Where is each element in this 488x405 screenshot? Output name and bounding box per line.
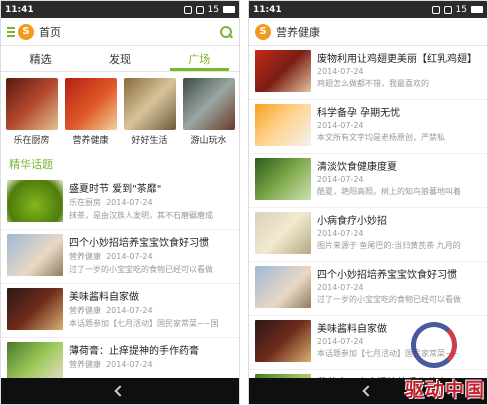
list-item[interactable]: 盛夏时节 爱到"茶靡" 乐在厨房 2014-07-24 抹茶，是由汉族人发明，其… <box>1 176 239 230</box>
category-label: 好好生活 <box>131 136 168 146</box>
list-item-date: 2014-07-24 <box>317 121 364 130</box>
list-item-desc: 过了一岁的小宝宝吃的食物已经可以看做 <box>317 295 461 304</box>
category-living-image <box>123 78 176 130</box>
list-item[interactable]: 小病食疗小妙招 2014-07-24 图片来源于 鱼尾巴的:当归黄芪茶 九月的 <box>249 208 487 262</box>
list-item-meta: 营养健康 2014-07-24 <box>69 306 153 315</box>
list-item-image <box>255 212 311 254</box>
battery-level: 15 <box>455 4 467 15</box>
list-item-title: 四个小妙招培养宝宝饮食好习惯 <box>69 238 209 249</box>
alarm-icon <box>183 5 192 14</box>
phone-home-screen: 11:41 15 S 首页 精选 发现 广场 乐在厨房 营养健康 好好生活 游山… <box>0 0 240 405</box>
category-label: 乐在厨房 <box>13 136 50 146</box>
list-item[interactable]: 四个小妙招培养宝宝饮食好习惯 2014-07-24 过了一岁的小宝宝吃的食物已经… <box>249 262 487 316</box>
tab-discover[interactable]: 发现 <box>80 46 159 71</box>
list-item-image <box>255 104 311 146</box>
list-item-desc: 本话题参加【七月活动】国民家常菜~~国 <box>69 319 219 328</box>
logo-icon[interactable]: S <box>18 23 34 40</box>
category-label: 营养健康 <box>72 136 109 146</box>
logo-icon[interactable]: S <box>255 23 271 40</box>
list-item-date: 2014-07-24 <box>317 283 364 292</box>
list-item-title: 废物利用让鸡翅更美丽【红乳鸡翅】 <box>317 54 477 65</box>
watermark: 驱动中国 <box>404 379 485 401</box>
list-item-image <box>255 266 311 308</box>
list-item[interactable]: 四个小妙招培养宝宝饮食好习惯 营养健康 2014-07-24 过了一岁的小宝宝吃… <box>1 230 239 284</box>
phone-nutrition-screen: 11:41 15 S 营养健康 废物利用让鸡翅更美丽【红乳鸡翅】 2014-07… <box>248 0 488 405</box>
back-icon[interactable] <box>362 385 374 397</box>
list-item-image <box>255 50 311 92</box>
status-icons: 15 <box>183 4 235 15</box>
list-item-title: 薄荷膏：止痒提神的手作药膏 <box>69 346 199 357</box>
list-item-image <box>255 158 311 200</box>
page-title: 首页 <box>39 25 61 39</box>
back-icon[interactable] <box>114 385 126 397</box>
list-item-desc: 本文所有文字均是老杨原创，严禁私 <box>317 133 445 142</box>
watermark-logo-icon <box>411 322 457 368</box>
alarm-icon <box>431 5 440 14</box>
list-item-date: 2014-07-24 <box>317 229 364 238</box>
category-living[interactable]: 好好生活 <box>123 78 176 146</box>
tab-featured[interactable]: 精选 <box>1 46 80 71</box>
category-grid: 乐在厨房 营养健康 好好生活 游山玩水 <box>1 72 239 150</box>
page-title: 营养健康 <box>276 25 320 39</box>
list-item-image <box>7 180 63 222</box>
list-item-image <box>7 234 63 276</box>
list-item-desc: 抹茶，是由汉族人发明，其不石磨碾磨成 <box>69 211 213 220</box>
list-item-title: 科学备孕 孕期无忧 <box>317 108 401 119</box>
section-title: 精华话题 <box>9 158 53 171</box>
wifi-icon <box>443 5 452 14</box>
list-item-date: 2014-07-24 <box>317 175 364 184</box>
list-item-title: 美味酱料自家做 <box>317 324 387 335</box>
app-bar: S 首页 <box>1 18 239 46</box>
navigation-bar <box>1 378 239 404</box>
category-travel-image <box>182 78 235 130</box>
category-label: 游山玩水 <box>190 136 227 146</box>
list-item-desc: 图片来源于 鱼尾巴的:当归黄芪茶 九月的 <box>317 241 461 250</box>
tab-bar: 精选 发现 广场 <box>1 46 239 72</box>
app-bar: S 营养健康 <box>249 18 487 46</box>
list-item-title: 美味酱料自家做 <box>69 292 139 303</box>
battery-icon <box>471 6 483 13</box>
category-travel[interactable]: 游山玩水 <box>182 78 235 146</box>
status-bar: 11:41 15 <box>249 1 487 18</box>
list-item-meta: 乐在厨房 2014-07-24 <box>69 198 153 207</box>
list-item-desc: 酷夏，艳阳高照。树上的知鸟狼蕃地叫着 <box>317 187 461 196</box>
status-time: 11:41 <box>253 4 282 15</box>
list-item-desc: 过了一岁的小宝宝吃的食物已经可以看做 <box>69 265 213 274</box>
battery-icon <box>223 6 235 13</box>
status-icons: 15 <box>431 4 483 15</box>
list-item-meta: 营养健康 2014-07-24 <box>69 360 153 369</box>
status-time: 11:41 <box>5 4 34 15</box>
screenshot-stage: 11:41 15 S 首页 精选 发现 广场 乐在厨房 营养健康 好好生活 游山… <box>0 0 488 405</box>
search-icon[interactable] <box>219 25 233 39</box>
category-nutrition[interactable]: 营养健康 <box>64 78 117 146</box>
list-item-title: 盛夏时节 爱到"茶靡" <box>69 184 162 195</box>
category-kitchen-image <box>5 78 58 130</box>
list-item[interactable]: 美味酱料自家做 营养健康 2014-07-24 本话题参加【七月活动】国民家常菜… <box>1 284 239 338</box>
list-item[interactable]: 废物利用让鸡翅更美丽【红乳鸡翅】 2014-07-24 鸡翅怎么做都不错，我最喜… <box>249 46 487 100</box>
wifi-icon <box>195 5 204 14</box>
list-item-image <box>255 320 311 362</box>
list-item-meta: 营养健康 2014-07-24 <box>69 252 153 261</box>
menu-icon[interactable] <box>7 26 15 37</box>
category-kitchen[interactable]: 乐在厨房 <box>5 78 58 146</box>
list-item-title: 清淡饮食健康度夏 <box>317 162 397 173</box>
list-item-title: 四个小妙招培养宝宝饮食好习惯 <box>317 270 457 281</box>
list-item-image <box>7 288 63 330</box>
battery-level: 15 <box>207 4 219 15</box>
list-item[interactable]: 清淡饮食健康度夏 2014-07-24 酷夏，艳阳高照。树上的知鸟狼蕃地叫着 <box>249 154 487 208</box>
list-item-desc: 鸡翅怎么做都不错，我最喜欢的 <box>317 79 429 88</box>
list-item-title: 小病食疗小妙招 <box>317 216 387 227</box>
list-item[interactable]: 科学备孕 孕期无忧 2014-07-24 本文所有文字均是老杨原创，严禁私 <box>249 100 487 154</box>
status-bar: 11:41 15 <box>1 1 239 18</box>
list-item-date: 2014-07-24 <box>317 67 364 76</box>
category-nutrition-image <box>64 78 117 130</box>
tab-square[interactable]: 广场 <box>160 46 239 71</box>
